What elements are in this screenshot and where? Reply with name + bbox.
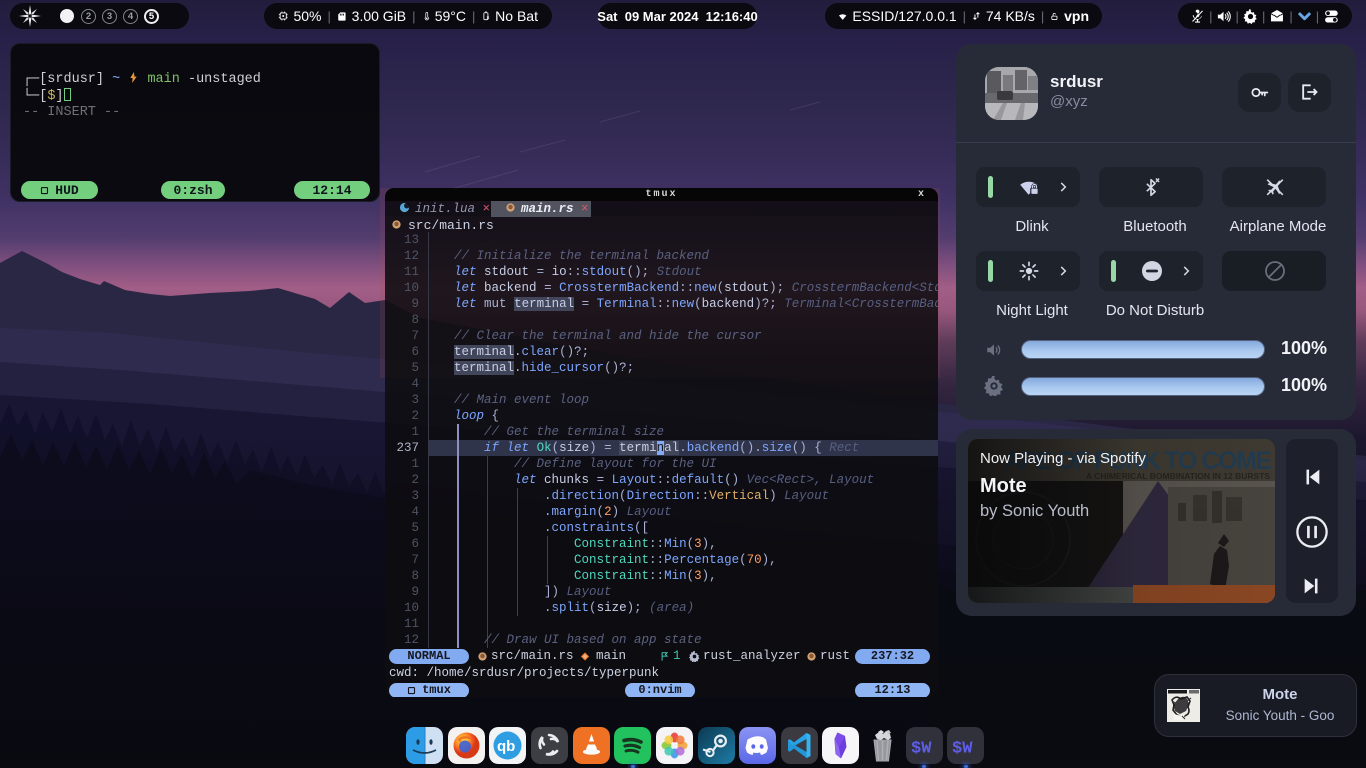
svg-text:qb: qb	[497, 738, 515, 755]
svg-text:$W: $W	[952, 740, 973, 759]
svg-text:$W: $W	[911, 740, 932, 759]
